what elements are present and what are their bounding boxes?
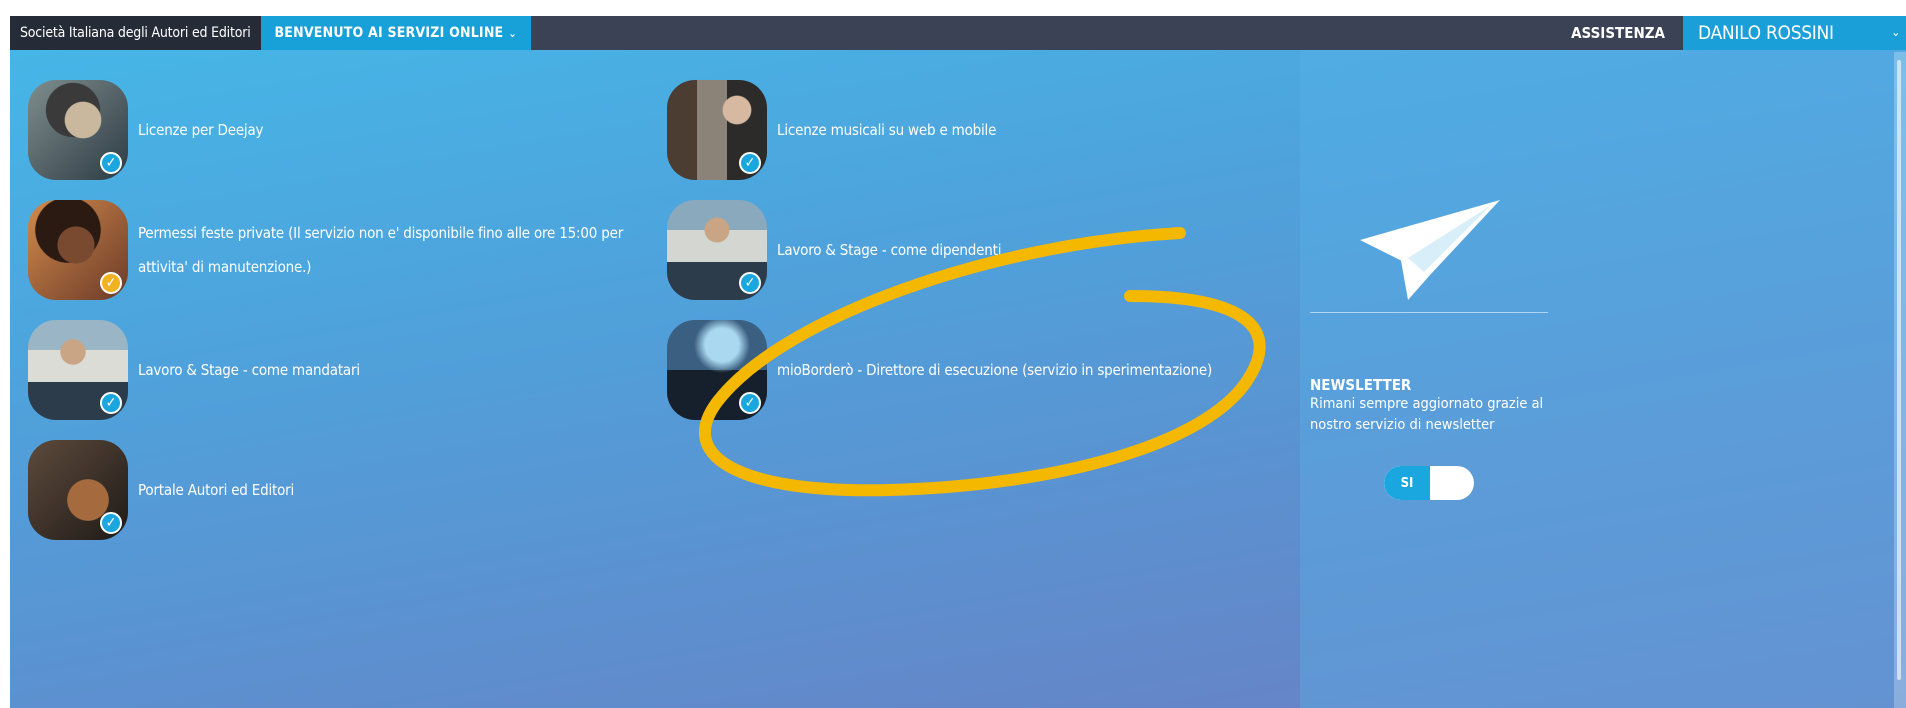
page-frame: Società Italiana degli Autori ed Editori… bbox=[10, 16, 1906, 708]
scrollbar-thumb[interactable] bbox=[1897, 60, 1901, 680]
newsletter-panel: NEWSLETTER Rimani sempre aggiornato graz… bbox=[1300, 50, 1906, 708]
service-licenze-deejay[interactable]: ✓ Licenze per Deejay bbox=[28, 80, 264, 180]
service-thumbnail: ✓ bbox=[28, 80, 128, 180]
service-portale-autori-editori[interactable]: ✓ Portale Autori ed Editori bbox=[28, 440, 294, 540]
check-badge-icon: ✓ bbox=[100, 392, 122, 414]
service-thumbnail: ✓ bbox=[28, 440, 128, 540]
service-thumbnail: ✓ bbox=[28, 320, 128, 420]
check-badge-icon: ✓ bbox=[100, 152, 122, 174]
warning-badge-icon: ✓ bbox=[100, 272, 122, 294]
service-thumbnail: ✓ bbox=[667, 80, 767, 180]
check-badge-icon: ✓ bbox=[100, 512, 122, 534]
chevron-down-icon: ⌄ bbox=[1891, 25, 1900, 39]
services-menu-dropdown[interactable]: BENVENUTO AI SERVIZI ONLINE ⌄ bbox=[260, 16, 531, 50]
chevron-down-icon: ⌄ bbox=[508, 26, 517, 40]
services-menu-label: BENVENUTO AI SERVIZI ONLINE bbox=[274, 25, 504, 41]
service-thumbnail: ✓ bbox=[28, 200, 128, 300]
newsletter-title: NEWSLETTER bbox=[1310, 376, 1412, 394]
service-licenze-web-mobile[interactable]: ✓ Licenze musicali su web e mobile bbox=[667, 80, 996, 180]
service-permessi-feste-private[interactable]: ✓ Permessi feste private (Il servizio no… bbox=[28, 200, 623, 300]
top-navigation-bar: Società Italiana degli Autori ed Editori… bbox=[10, 16, 1906, 50]
service-label: Licenze per Deejay bbox=[138, 121, 264, 139]
assistance-link[interactable]: ASSISTENZA bbox=[1553, 16, 1683, 50]
paper-plane-icon bbox=[1360, 200, 1500, 300]
user-menu-dropdown[interactable]: DANILO ROSSINI ⌄ bbox=[1683, 16, 1906, 50]
service-label-line2: attivita' di manutenzione.) bbox=[138, 258, 312, 276]
service-label: mioBorderò - Direttore di esecuzione (se… bbox=[777, 361, 1213, 379]
newsletter-toggle[interactable]: SI bbox=[1384, 466, 1474, 500]
panel-divider bbox=[1310, 312, 1548, 313]
service-thumbnail: ✓ bbox=[667, 200, 767, 300]
brand-name[interactable]: Società Italiana degli Autori ed Editori bbox=[10, 16, 261, 50]
service-label: Lavoro & Stage - come dipendenti bbox=[777, 241, 1002, 259]
newsletter-description: Rimani sempre aggiornato grazie al nostr… bbox=[1310, 396, 1544, 433]
service-lavoro-stage-mandatari[interactable]: ✓ Lavoro & Stage - come mandatari bbox=[28, 320, 360, 420]
service-label: Portale Autori ed Editori bbox=[138, 481, 295, 499]
vertical-scrollbar[interactable] bbox=[1894, 52, 1906, 708]
user-name: DANILO ROSSINI bbox=[1698, 22, 1834, 44]
toggle-on-label: SI bbox=[1384, 466, 1430, 500]
check-badge-icon: ✓ bbox=[739, 152, 761, 174]
service-label: Permessi feste private (Il servizio non … bbox=[138, 216, 623, 284]
service-label-line1: Permessi feste private (Il servizio non … bbox=[138, 224, 624, 242]
service-mioborderò[interactable]: ✓ mioBorderò - Direttore di esecuzione (… bbox=[667, 320, 1212, 420]
service-label: Lavoro & Stage - come mandatari bbox=[138, 361, 360, 379]
service-label: Licenze musicali su web e mobile bbox=[777, 121, 997, 139]
check-badge-icon: ✓ bbox=[739, 392, 761, 414]
service-lavoro-stage-dipendenti[interactable]: ✓ Lavoro & Stage - come dipendenti bbox=[667, 200, 1001, 300]
check-badge-icon: ✓ bbox=[739, 272, 761, 294]
service-thumbnail: ✓ bbox=[667, 320, 767, 420]
